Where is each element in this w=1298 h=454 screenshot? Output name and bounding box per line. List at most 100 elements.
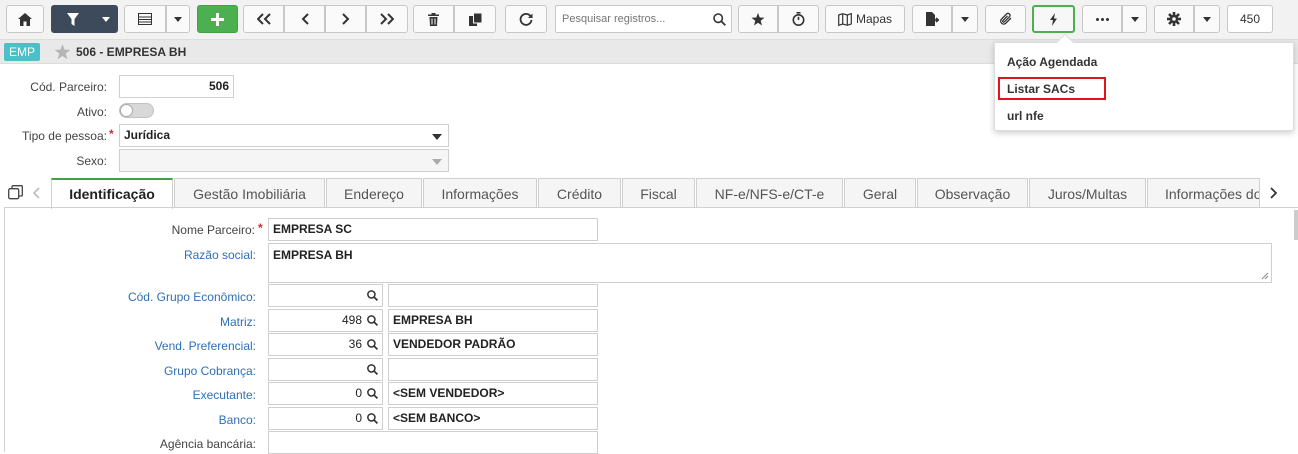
delete-button[interactable]: [413, 5, 454, 33]
required-marker: *: [109, 127, 114, 141]
razao-social-label[interactable]: Razão social:: [110, 248, 256, 262]
tab-gestao-imobiliaria[interactable]: Gestão Imobiliária: [174, 178, 325, 208]
search-icon[interactable]: [713, 13, 726, 26]
view-dropdown-button[interactable]: [166, 5, 190, 33]
search-icon[interactable]: [367, 413, 378, 424]
settings-dropdown-button[interactable]: [1194, 5, 1220, 33]
cod-parceiro-field[interactable]: 506: [119, 75, 234, 98]
export-dropdown-button[interactable]: [952, 5, 978, 33]
search-icon[interactable]: [367, 290, 378, 301]
tipo-pessoa-select[interactable]: Jurídica: [119, 124, 449, 147]
matriz-label[interactable]: Matriz:: [110, 315, 256, 329]
grupo-economico-code[interactable]: [268, 284, 383, 307]
tab-observacao[interactable]: Observação: [917, 178, 1028, 208]
vend-preferencial-name: VENDEDOR PADRÃO: [388, 333, 598, 356]
sexo-select[interactable]: [119, 149, 449, 172]
grid-view-button[interactable]: [124, 5, 166, 33]
razao-social-field[interactable]: EMPRESA BH: [268, 243, 1272, 283]
chevron-left-icon[interactable]: [33, 187, 40, 199]
search-icon[interactable]: [367, 364, 378, 375]
menu-item-url-nfe[interactable]: url nfe: [1007, 109, 1044, 123]
matriz-code[interactable]: 498: [268, 309, 383, 332]
grupo-cobranca-code[interactable]: [268, 358, 383, 381]
executante-code[interactable]: 0: [268, 382, 383, 405]
export-button[interactable]: [912, 5, 952, 33]
scrollbar[interactable]: [1294, 210, 1298, 240]
banco-name: <SEM BANCO>: [388, 407, 598, 430]
matriz-code-value: 498: [341, 313, 362, 327]
grupo-cobranca-label[interactable]: Grupo Cobrança:: [110, 364, 256, 378]
more-dropdown-button[interactable]: [1122, 5, 1147, 33]
gear-icon: [1167, 12, 1181, 26]
file-export-icon: [925, 12, 939, 26]
trash-icon: [428, 12, 439, 26]
tab-endereco[interactable]: Endereço: [326, 178, 422, 208]
record-counter: 450: [1227, 5, 1273, 33]
home-button[interactable]: [6, 5, 44, 33]
last-record-button[interactable]: [366, 5, 408, 33]
tab-credito[interactable]: Crédito: [538, 178, 621, 208]
menu-item-listar-sacs[interactable]: Listar SACs: [1007, 82, 1075, 96]
star-icon[interactable]: [54, 44, 71, 60]
search-icon[interactable]: [367, 339, 378, 350]
next-record-button[interactable]: [325, 5, 366, 33]
banco-label[interactable]: Banco:: [110, 413, 256, 427]
tab-informacoes-do[interactable]: Informações do: [1147, 178, 1260, 208]
tipo-pessoa-value: Jurídica: [124, 128, 171, 142]
executante-code-value: 0: [355, 386, 362, 400]
main-toolbar: Mapas 450: [0, 0, 1298, 40]
chevron-down-icon: [102, 16, 110, 22]
tab-nfe[interactable]: NF-e/NFS-e/CT-e: [696, 178, 843, 208]
grupo-economico-name: [388, 284, 598, 307]
menu-item-acao-agendada[interactable]: Ação Agendada: [1007, 55, 1097, 69]
actions-button[interactable]: [1032, 5, 1075, 33]
first-record-button[interactable]: [243, 5, 284, 33]
banco-code[interactable]: 0: [268, 407, 383, 430]
chevron-right-icon[interactable]: [1270, 187, 1277, 199]
mapas-button[interactable]: Mapas: [825, 5, 905, 33]
list-view-icon: [138, 13, 152, 25]
mapas-label: Mapas: [855, 12, 893, 26]
add-record-button[interactable]: [197, 5, 238, 33]
home-icon: [18, 12, 32, 26]
settings-button[interactable]: [1154, 5, 1194, 33]
matriz-name: EMPRESA BH: [388, 309, 598, 332]
search-input[interactable]: [556, 6, 706, 32]
vend-preferencial-code[interactable]: 36: [268, 333, 383, 356]
stopwatch-icon: [792, 12, 805, 26]
nome-parceiro-field[interactable]: EMPRESA SC: [268, 218, 598, 241]
more-button[interactable]: [1082, 5, 1122, 33]
refresh-button[interactable]: [505, 5, 547, 33]
tab-identificacao[interactable]: Identificação: [51, 178, 173, 209]
tipo-pessoa-label: Tipo de pessoa:: [22, 129, 107, 143]
chevron-down-icon: [174, 16, 182, 22]
ativo-toggle[interactable]: [119, 103, 154, 118]
resize-handle-icon[interactable]: [1261, 272, 1269, 280]
banco-code-value: 0: [355, 411, 362, 425]
timer-button[interactable]: [778, 5, 819, 33]
grupo-economico-label[interactable]: Cód. Grupo Econômico:: [100, 290, 256, 304]
grupo-cobranca-name: [388, 358, 598, 381]
executante-label[interactable]: Executante:: [110, 388, 256, 402]
vend-preferencial-label[interactable]: Vend. Preferencial:: [110, 339, 256, 353]
filter-dropdown-button[interactable]: [94, 5, 118, 33]
tab-informacoes[interactable]: Informações: [423, 178, 537, 208]
copy-window-icon[interactable]: [8, 185, 23, 200]
search-icon[interactable]: [367, 388, 378, 399]
search-icon[interactable]: [367, 315, 378, 326]
chevron-down-icon: [961, 16, 969, 22]
page-title: 506 - EMPRESA BH: [76, 45, 187, 59]
tab-fiscal[interactable]: Fiscal: [622, 178, 695, 208]
star-icon: [751, 12, 765, 25]
tab-juros-multas[interactable]: Juros/Multas: [1029, 178, 1146, 208]
vend-code-value: 36: [348, 337, 362, 351]
favorite-button[interactable]: [738, 5, 778, 33]
previous-record-button[interactable]: [284, 5, 325, 33]
copy-button[interactable]: [454, 5, 496, 33]
search-box[interactable]: [555, 5, 732, 33]
tab-geral[interactable]: Geral: [844, 178, 916, 208]
agencia-bancaria-field[interactable]: [268, 431, 598, 454]
attachment-button[interactable]: [985, 5, 1026, 33]
filter-button[interactable]: [51, 5, 94, 33]
copy-icon: [468, 12, 482, 26]
